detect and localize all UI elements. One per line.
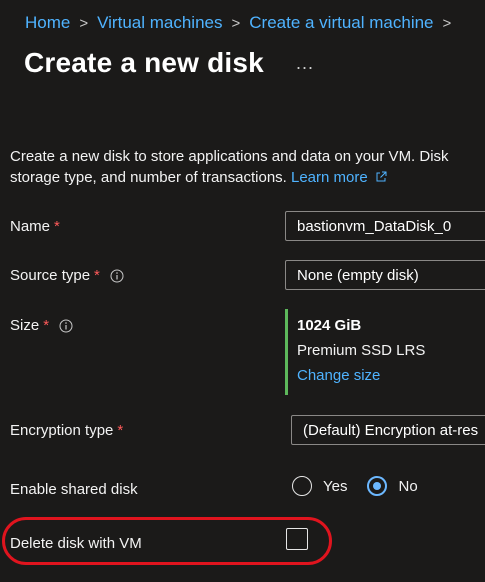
size-value: 1024 GiB xyxy=(297,317,362,334)
required-marker: * xyxy=(54,218,60,235)
delete-with-vm-checkbox[interactable] xyxy=(286,528,308,550)
name-label-text: Name xyxy=(10,218,51,235)
breadcrumb-create-vm[interactable]: Create a virtual machine xyxy=(249,13,433,33)
description-line-2-text: storage type, and number of transactions… xyxy=(10,169,287,186)
info-icon[interactable] xyxy=(110,269,124,283)
description-line-1: Create a new disk to store applications … xyxy=(10,148,449,165)
delete-with-vm-label: Delete disk with VM xyxy=(10,535,142,552)
breadcrumb-separator: > xyxy=(79,14,89,32)
required-marker: * xyxy=(117,422,124,439)
create-disk-page: Home > Virtual machines > Create a virtu… xyxy=(0,0,485,582)
breadcrumb-separator: > xyxy=(442,14,452,32)
encryption-type-label: Encryption type * xyxy=(10,422,123,439)
learn-more-link[interactable]: Learn more xyxy=(291,169,387,186)
shared-disk-no-radio[interactable] xyxy=(367,476,388,496)
breadcrumb-virtual-machines[interactable]: Virtual machines xyxy=(97,13,222,33)
required-marker: * xyxy=(94,267,100,284)
breadcrumb-separator: > xyxy=(231,14,241,32)
encryption-type-label-text: Encryption type xyxy=(10,422,114,439)
breadcrumb: Home > Virtual machines > Create a virtu… xyxy=(25,13,460,33)
disk-sku: Premium SSD LRS xyxy=(297,342,426,359)
description-line-2: storage type, and number of transactions… xyxy=(10,167,485,188)
breadcrumb-home[interactable]: Home xyxy=(25,13,70,33)
learn-more-label: Learn more xyxy=(291,169,368,186)
delete-with-vm-label-text: Delete disk with VM xyxy=(10,535,142,552)
required-marker: * xyxy=(43,317,50,334)
info-icon[interactable] xyxy=(59,319,73,333)
enable-shared-disk-label: Enable shared disk xyxy=(10,481,138,498)
ellipsis-icon[interactable]: ... xyxy=(296,53,314,74)
source-type-label-text: Source type xyxy=(10,267,91,284)
size-summary: 1024 GiB Premium SSD LRS Change size xyxy=(285,309,425,395)
source-type-label: Source type * xyxy=(10,267,124,284)
shared-disk-yes-radio[interactable] xyxy=(292,476,312,496)
name-input[interactable]: bastionvm_DataDisk_0 xyxy=(285,211,485,241)
shared-disk-no-label[interactable]: No xyxy=(398,478,417,495)
size-label: Size * xyxy=(10,317,73,334)
encryption-type-select[interactable]: (Default) Encryption at-res xyxy=(291,415,485,445)
source-type-select[interactable]: None (empty disk) xyxy=(285,260,485,290)
external-link-icon xyxy=(376,171,387,182)
change-size-link[interactable]: Change size xyxy=(297,367,425,384)
size-label-text: Size xyxy=(10,317,40,334)
page-title: Create a new disk xyxy=(24,47,264,78)
enable-shared-disk-label-text: Enable shared disk xyxy=(10,481,138,498)
shared-disk-yes-label[interactable]: Yes xyxy=(323,478,347,495)
page-description: Create a new disk to store applications … xyxy=(10,146,485,188)
shared-disk-radio-group: Yes No xyxy=(292,476,438,496)
name-label: Name * xyxy=(10,218,60,235)
